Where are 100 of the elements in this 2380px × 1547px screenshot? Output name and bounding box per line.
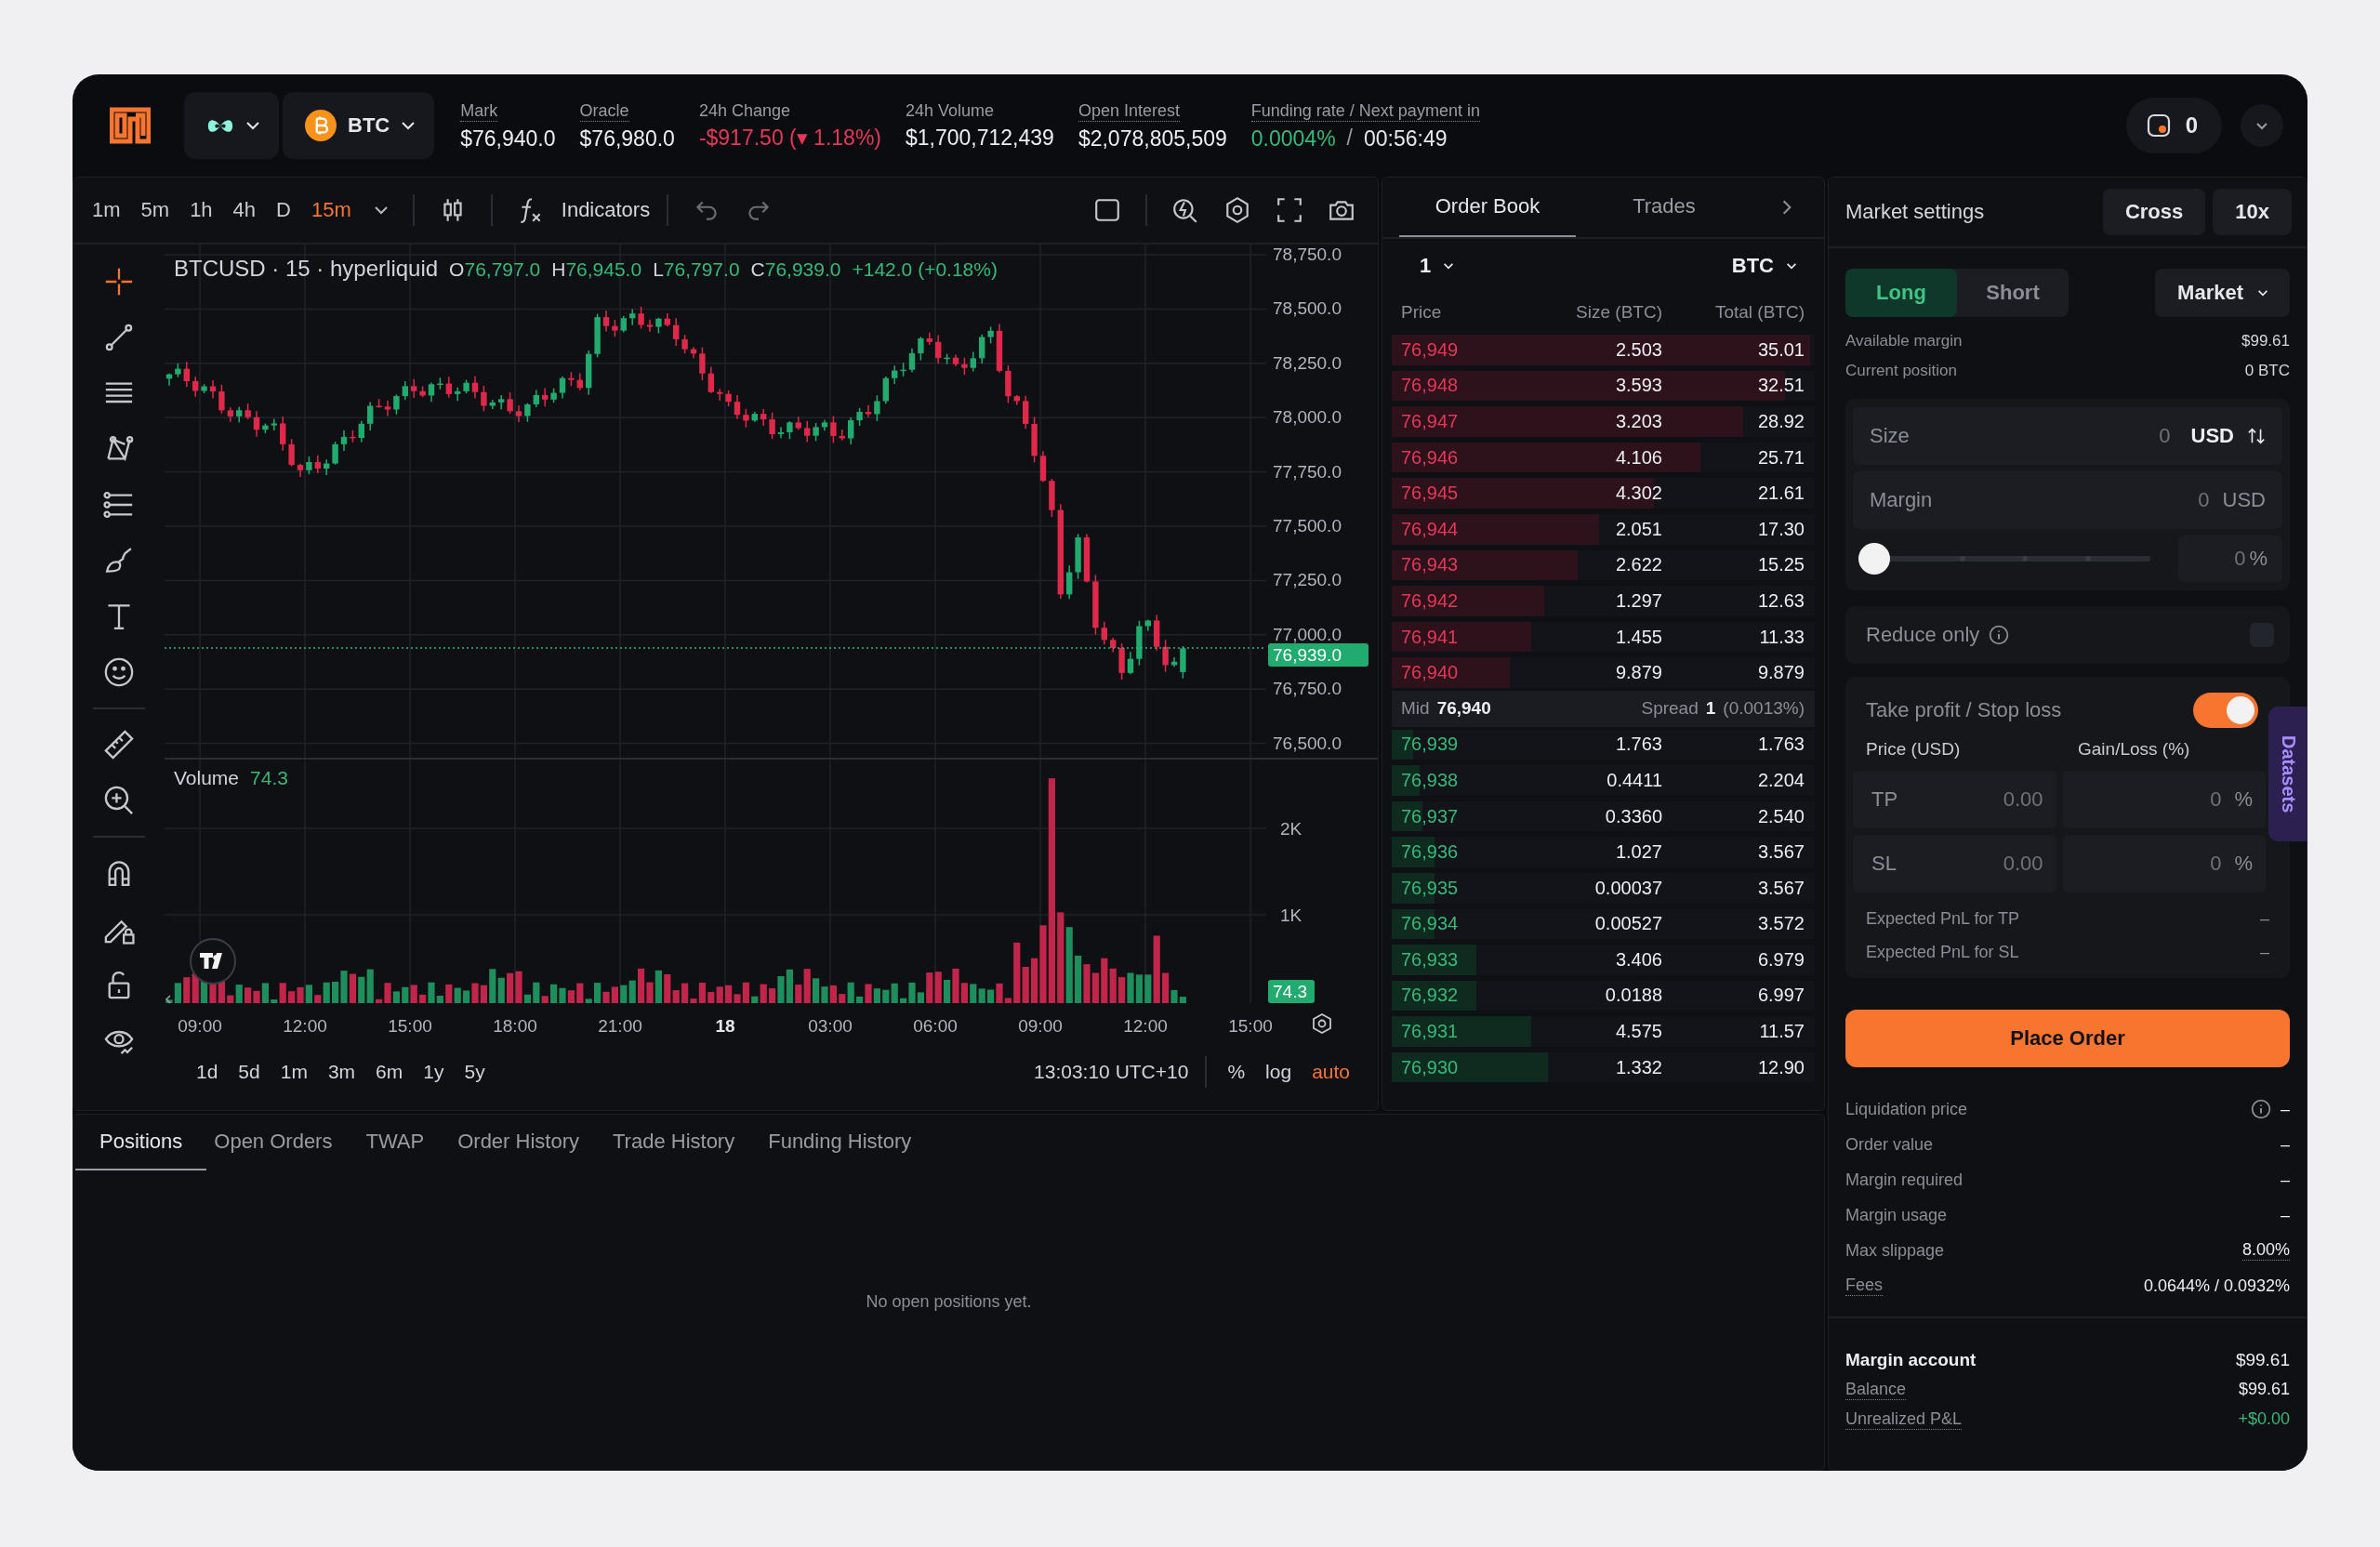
order-book-tab[interactable]: Trades: [1576, 178, 1752, 237]
datasets-tab[interactable]: Datasets: [2268, 707, 2307, 841]
stat-value: -$917.50 (▾ 1.18%): [698, 124, 881, 151]
volume-value: 74.3: [250, 767, 288, 789]
timeframe-tab[interactable]: 1h: [184, 198, 218, 222]
total-cell-text: 17.30: [1756, 518, 1805, 540]
margin-mode-button[interactable]: Cross: [2102, 189, 2206, 235]
empty-message: No open positions yet.: [866, 1291, 1032, 1312]
unit-dropdown[interactable]: BTC: [1731, 254, 1798, 278]
timeframe-tab[interactable]: 5m: [135, 198, 176, 222]
size-cell-text: 2.503: [1614, 338, 1662, 361]
order-type-dropdown[interactable]: Market: [2155, 269, 2290, 317]
clock-text: 13:03:10 UTC+10: [1034, 1061, 1189, 1083]
side-tab[interactable]: Short: [1957, 269, 2069, 317]
range-button[interactable]: 5d: [231, 1061, 268, 1083]
range-button[interactable]: 6m: [368, 1061, 411, 1083]
side-tab[interactable]: Long: [1845, 269, 1957, 317]
size-cell-text: 0.00527: [1593, 913, 1662, 935]
bid-price: 76,935: [1401, 877, 1460, 899]
ask-price: 76,941: [1401, 626, 1460, 648]
expected-label: Expected PnL for TP: [1866, 908, 2020, 929]
price-axis-label: 78,750.0: [1273, 245, 1342, 264]
ohlc-value: C76,939.0: [750, 258, 841, 281]
grouping-dropdown[interactable]: 1: [1420, 254, 1456, 278]
range-button[interactable]: 3m: [320, 1061, 364, 1083]
volume-axis-label: 1K: [1280, 906, 1302, 925]
range-button[interactable]: 1m: [272, 1061, 315, 1083]
place-order-button[interactable]: Place Order: [1845, 1010, 2290, 1067]
scale-toggle[interactable]: %: [1220, 1061, 1253, 1083]
price-field[interactable]: TP 0.00: [1853, 771, 2056, 828]
tpsl-label: Take profit / Stop loss: [1866, 698, 2062, 722]
positions-tab[interactable]: TWAP: [364, 1115, 427, 1170]
detail-label: Max slippage: [1845, 1240, 1945, 1261]
total-cell-text: 2.204: [1756, 769, 1805, 791]
total-cell-text: 15.25: [1756, 554, 1805, 576]
range-button[interactable]: 5y: [456, 1061, 493, 1083]
bid-price: 76,932: [1401, 985, 1460, 1007]
stat-label: Mark: [460, 99, 498, 122]
stat-label: Oracle: [579, 99, 629, 122]
positions-tab[interactable]: Funding History: [766, 1115, 914, 1170]
detail-label: Margin usage: [1845, 1205, 1948, 1225]
bid-price: 76,936: [1401, 841, 1460, 864]
time-axis-label: 12:00: [1123, 1016, 1168, 1036]
timeframe-tab[interactable]: D: [271, 198, 297, 222]
gain-field[interactable]: 0 %: [2062, 771, 2266, 828]
bid-price: 76,934: [1401, 913, 1460, 935]
stat-label: 24h Change: [698, 99, 790, 121]
order-book-tab[interactable]: Order Book: [1399, 178, 1576, 237]
total-cell-text: 2.540: [1756, 805, 1805, 827]
stat-label: 24h Volume: [906, 99, 995, 121]
detail-value: 0.0644% / 0.0932%: [2143, 1276, 2290, 1296]
timeframe-tab[interactable]: 15m: [306, 198, 357, 222]
price-field[interactable]: SL 0.00: [1853, 835, 2056, 892]
detail-value: –: [2281, 1099, 2290, 1119]
bid-price: 76,937: [1401, 805, 1460, 827]
mid-label: Mid: [1401, 698, 1430, 720]
price-axis-label: 76,750.0: [1273, 679, 1342, 699]
total-cell-text: 3.567: [1756, 877, 1805, 899]
ask-price: 76,946: [1401, 446, 1460, 469]
size-cell-text: 0.3360: [1604, 805, 1662, 827]
size-cell-text: 1.297: [1614, 589, 1662, 612]
margin-field[interactable]: Margin 0 USD: [1853, 471, 2282, 529]
scale-toggle[interactable]: log: [1258, 1061, 1300, 1083]
total-cell-text: 25.71: [1756, 446, 1805, 469]
indicators-button[interactable]: Indicators: [509, 196, 651, 224]
change-value: +142.0 (+0.18%): [852, 258, 998, 281]
total-cell-text: 9.879: [1756, 662, 1805, 684]
positions-tab[interactable]: Trade History: [611, 1115, 737, 1170]
size-cell-text: 1.763: [1614, 734, 1662, 756]
bid-price: 76,939: [1401, 734, 1460, 756]
ask-price: 76,947: [1401, 411, 1460, 432]
time-axis-label: 21:00: [598, 1016, 642, 1036]
detail-label: Liquidation price: [1845, 1099, 1968, 1119]
scale-toggle[interactable]: auto: [1304, 1061, 1357, 1083]
percent-field[interactable]: 0 %: [2178, 536, 2282, 582]
leverage-button[interactable]: 10x: [2213, 189, 2292, 235]
last-volume-tag: 74.3: [1268, 980, 1315, 1003]
range-button[interactable]: 1y: [416, 1061, 452, 1083]
time-axis-label: 09:00: [178, 1016, 222, 1036]
positions-tab[interactable]: Open Orders: [212, 1115, 335, 1170]
size-field[interactable]: Size 0 USD: [1853, 407, 2282, 465]
ask-price: 76,943: [1401, 554, 1460, 576]
size-cell-text: 3.406: [1614, 948, 1662, 971]
bid-price: 76,931: [1401, 1021, 1460, 1043]
spread-label: Spread: [1641, 698, 1699, 720]
range-button[interactable]: 1d: [189, 1061, 226, 1083]
time-axis-label: 15:00: [388, 1016, 432, 1036]
positions-tab[interactable]: Positions: [75, 1115, 207, 1170]
timeframe-tab[interactable]: 1m: [86, 198, 126, 222]
positions-tab[interactable]: Order History: [456, 1115, 581, 1170]
column-header: Total (BTC): [1713, 302, 1805, 323]
total-cell-text: 11.33: [1758, 626, 1805, 648]
notifications-button[interactable]: 0: [2125, 98, 2222, 153]
size-cell-text: 1.027: [1614, 841, 1662, 864]
coin-selector[interactable]: BTC: [283, 92, 435, 159]
ask-price: 76,945: [1401, 483, 1460, 505]
total-cell-text: 6.997: [1756, 985, 1805, 1007]
stat-label: Open Interest: [1078, 99, 1180, 122]
gain-field[interactable]: 0 %: [2062, 835, 2266, 892]
timeframe-tab[interactable]: 4h: [227, 198, 262, 222]
